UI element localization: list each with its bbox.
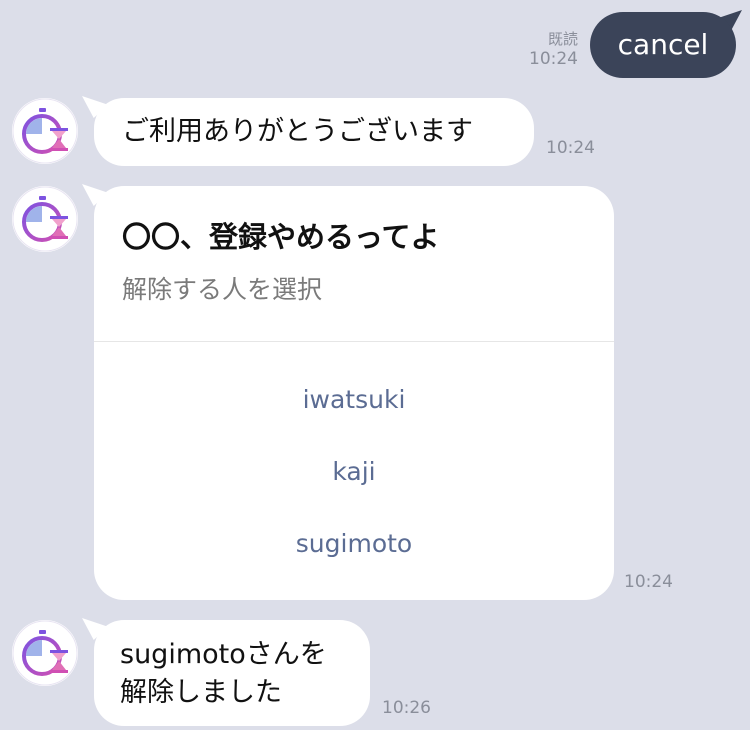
selection-card: 〇〇、登録やめるってよ 解除する人を選択 iwatsuki kaji sugim… <box>94 186 614 600</box>
option-kaji[interactable]: kaji <box>94 444 614 500</box>
bot-avatar[interactable] <box>12 98 78 164</box>
stopwatch-hourglass-icon <box>12 186 78 252</box>
incoming-message-bubble: sugimotoさんを 解除しました <box>94 620 370 726</box>
option-iwatsuki[interactable]: iwatsuki <box>94 372 614 428</box>
message-line: sugimotoさんを <box>120 639 327 670</box>
card-subtitle: 解除する人を選択 <box>122 275 323 304</box>
stopwatch-hourglass-icon <box>12 98 78 164</box>
bot-avatar[interactable] <box>12 620 78 686</box>
card-title: 〇〇、登録やめるってよ <box>122 220 440 254</box>
message-timestamp: 10:24 <box>624 572 673 592</box>
message-timestamp: 10:26 <box>382 698 431 718</box>
outgoing-timestamp: 10:24 <box>529 49 578 69</box>
card-divider <box>94 341 614 342</box>
stopwatch-hourglass-icon <box>12 620 78 686</box>
message-line: 解除しました <box>120 677 282 708</box>
incoming-message-bubble: ご利用ありがとうございます <box>94 98 534 166</box>
bot-avatar[interactable] <box>12 186 78 252</box>
read-receipt: 既読 <box>547 30 578 48</box>
outgoing-message-bubble[interactable]: cancel <box>590 12 736 78</box>
message-timestamp: 10:24 <box>546 138 595 158</box>
option-sugimoto[interactable]: sugimoto <box>94 516 614 572</box>
